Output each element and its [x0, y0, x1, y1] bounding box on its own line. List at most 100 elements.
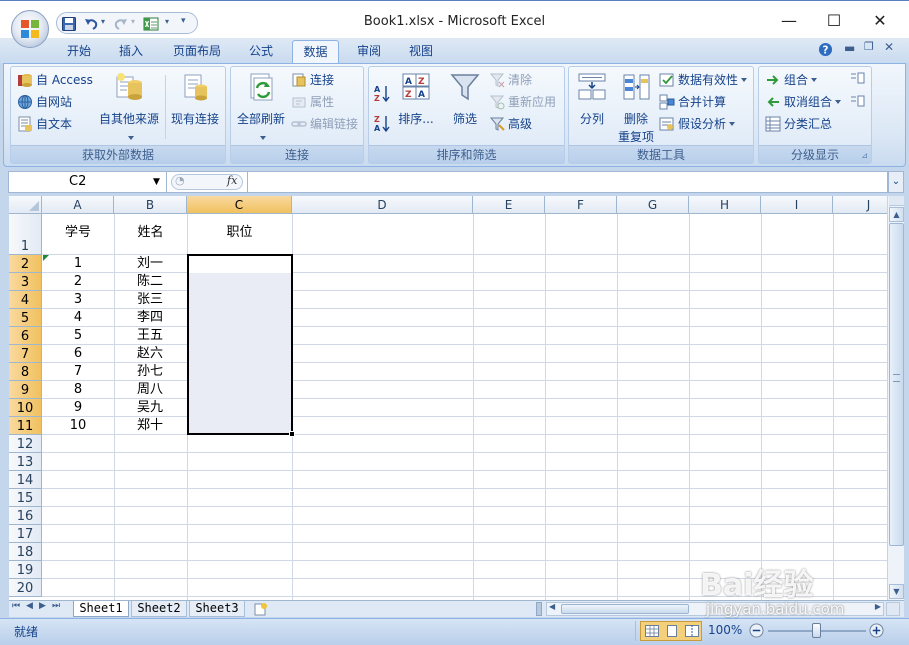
row-header-4[interactable]: 4	[9, 291, 42, 309]
cell-a11[interactable]: 10	[42, 417, 114, 435]
dialog-launcher-icon[interactable]: ⊿	[861, 151, 868, 160]
split-box-horizontal[interactable]	[886, 602, 900, 616]
tab-review[interactable]: 审阅	[348, 40, 390, 63]
reapply-button[interactable]: 重新应用	[489, 92, 556, 112]
tab-split-handle[interactable]	[536, 602, 542, 616]
zoom-slider-thumb[interactable]	[812, 623, 821, 638]
connections-button[interactable]: 连接	[291, 70, 334, 90]
last-sheet-icon[interactable]: ⏭	[52, 601, 60, 611]
page-layout-view-icon[interactable]	[665, 625, 679, 637]
column-header-c[interactable]: C	[187, 196, 292, 214]
row-header-1[interactable]: 1	[9, 214, 42, 255]
text-to-columns-button[interactable]: 分列	[571, 71, 613, 128]
cell-a1[interactable]: 学号	[42, 224, 114, 242]
formula-collapse-icon[interactable]: ◔	[175, 174, 185, 187]
sheet-tab-2[interactable]: Sheet2	[131, 601, 187, 617]
first-sheet-icon[interactable]: ⏮	[12, 601, 20, 611]
cell-b11[interactable]: 郑十	[114, 417, 187, 435]
edit-links-button[interactable]: 编辑链接	[291, 114, 358, 134]
column-header-j[interactable]: J	[833, 196, 887, 214]
cell-a3[interactable]: 2	[42, 273, 114, 291]
row-header-6[interactable]: 6	[9, 327, 42, 345]
insert-sheet-icon[interactable]	[253, 602, 269, 616]
tab-page-layout[interactable]: 页面布局	[164, 40, 230, 63]
vertical-scrollbar[interactable]: ▲ ▼	[887, 196, 904, 600]
tab-view[interactable]: 视图	[400, 40, 442, 63]
cell-a7[interactable]: 6	[42, 345, 114, 363]
from-web-button[interactable]: 自网站	[17, 92, 72, 112]
row-header-15[interactable]: 15	[9, 489, 42, 507]
help-icon[interactable]: ?	[818, 42, 833, 57]
ribbon-minimize-icon[interactable]: ▬	[844, 41, 855, 55]
ribbon-close-icon[interactable]: ✕	[884, 40, 894, 54]
tab-data[interactable]: 数据	[292, 40, 339, 63]
cell-b8[interactable]: 孙七	[114, 363, 187, 381]
row-header-12[interactable]: 12	[9, 435, 42, 453]
filter-button[interactable]: 筛选	[443, 71, 487, 128]
row-header-19[interactable]: 19	[9, 561, 42, 579]
column-header-i[interactable]: I	[761, 196, 833, 214]
cell-a9[interactable]: 8	[42, 381, 114, 399]
sort-button[interactable]: AZZA 排序...	[393, 71, 439, 128]
from-access-button[interactable]: 自 Access	[17, 70, 93, 90]
group-rows-button[interactable]: 组合	[765, 70, 818, 90]
clear-filter-button[interactable]: 清除	[489, 70, 532, 90]
prev-sheet-icon[interactable]: ◀	[26, 601, 33, 611]
cell-a6[interactable]: 5	[42, 327, 114, 345]
row-header-17[interactable]: 17	[9, 525, 42, 543]
tab-formulas[interactable]: 公式	[240, 40, 282, 63]
sheet-tab-3[interactable]: Sheet3	[189, 601, 245, 617]
cell-a4[interactable]: 3	[42, 291, 114, 309]
ungroup-button[interactable]: 取消组合	[765, 92, 842, 112]
advanced-filter-button[interactable]: 高级	[489, 114, 532, 134]
what-if-analysis-button[interactable]: 假设分析	[659, 114, 736, 134]
row-header-10[interactable]: 10	[9, 399, 42, 417]
row-header-11[interactable]: 11	[9, 417, 42, 435]
scroll-right-icon[interactable]: ▶	[875, 602, 881, 611]
row-header-7[interactable]: 7	[9, 345, 42, 363]
subtotal-button[interactable]: 分类汇总	[765, 114, 832, 134]
hscroll-thumb[interactable]	[561, 604, 689, 614]
column-header-b[interactable]: B	[114, 196, 187, 214]
column-header-f[interactable]: F	[545, 196, 617, 214]
properties-button[interactable]: 属性	[291, 92, 334, 112]
row-header-18[interactable]: 18	[9, 543, 42, 561]
sort-descending-icon[interactable]: ZA	[373, 113, 391, 133]
row-header-13[interactable]: 13	[9, 453, 42, 471]
cell-b4[interactable]: 张三	[114, 291, 187, 309]
expand-formula-bar-icon[interactable]: ⌄	[888, 171, 904, 193]
consolidate-button[interactable]: 合并计算	[659, 92, 726, 112]
cell-b10[interactable]: 吴九	[114, 399, 187, 417]
from-other-sources-button[interactable]: 自其他来源	[97, 71, 161, 146]
sheet-tab-1[interactable]: Sheet1	[73, 601, 129, 617]
cell-b3[interactable]: 陈二	[114, 273, 187, 291]
cell-a10[interactable]: 9	[42, 399, 114, 417]
cell-b9[interactable]: 周八	[114, 381, 187, 399]
name-box-dropdown-icon[interactable]: ▼	[153, 172, 160, 192]
column-header-d[interactable]: D	[292, 196, 473, 214]
cell-b2[interactable]: 刘一	[114, 255, 187, 273]
row-header-20[interactable]: 20	[9, 579, 42, 597]
row-header-3[interactable]: 3	[9, 273, 42, 291]
zoom-in-icon[interactable]	[869, 623, 884, 638]
fill-handle[interactable]	[289, 431, 295, 437]
select-all-corner[interactable]	[9, 196, 42, 214]
tab-home[interactable]: 开始	[58, 40, 100, 63]
cell-b5[interactable]: 李四	[114, 309, 187, 327]
row-header-9[interactable]: 9	[9, 381, 42, 399]
zoom-level[interactable]: 100%	[708, 623, 742, 637]
column-header-h[interactable]: H	[689, 196, 761, 214]
row-header-8[interactable]: 8	[9, 363, 42, 381]
minimize-button[interactable]: —	[767, 5, 811, 35]
column-header-a[interactable]: A	[42, 196, 114, 214]
next-sheet-icon[interactable]: ▶	[39, 601, 46, 611]
column-header-e[interactable]: E	[473, 196, 545, 214]
page-break-view-icon[interactable]	[685, 625, 699, 637]
office-button[interactable]	[11, 10, 49, 48]
scroll-left-icon[interactable]: ◀	[549, 602, 555, 611]
name-box[interactable]: C2 ▼	[9, 172, 167, 192]
cell-b6[interactable]: 王五	[114, 327, 187, 345]
row-header-14[interactable]: 14	[9, 471, 42, 489]
cell-a8[interactable]: 7	[42, 363, 114, 381]
remove-duplicates-button[interactable]: 删除 重复项	[613, 71, 659, 146]
